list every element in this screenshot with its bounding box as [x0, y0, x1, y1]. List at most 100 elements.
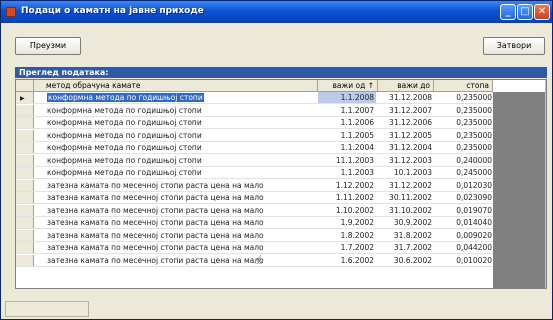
table-row[interactable]: затезна камата по месечној стопи раста ц… — [16, 204, 506, 217]
column-header-method[interactable]: метод обрачуна камате — [34, 80, 318, 92]
fetch-button[interactable]: Преузми — [15, 37, 81, 55]
table-row[interactable]: затезна камата по месечној стопи раста ц… — [16, 192, 506, 204]
cell-rate[interactable]: 0,235000 — [434, 92, 494, 103]
cell-valid-to[interactable]: 31.12.2005 — [378, 130, 434, 141]
close-icon[interactable]: ✕ — [534, 4, 550, 20]
close-button[interactable]: Затвори — [483, 37, 545, 55]
column-header-rate[interactable]: стопа — [434, 80, 493, 92]
cell-valid-from[interactable]: 1.10.2002 — [318, 205, 376, 216]
table-row[interactable]: затезна камата по месечној стопи раста ц… — [16, 179, 506, 192]
cell-valid-to[interactable]: 31.12.2003 — [378, 155, 434, 166]
row-selector[interactable] — [16, 217, 34, 228]
row-selector[interactable] — [16, 229, 34, 241]
cell-rate[interactable]: 0,009020 — [434, 230, 494, 241]
cell-rate[interactable]: 0,023090 — [434, 192, 494, 203]
cell-valid-to[interactable]: 30.6.2002 — [378, 255, 434, 266]
cell-valid-from[interactable]: 1.1.2004 — [318, 142, 376, 153]
table-row[interactable]: затезна камата по месечној стопи раста ц… — [16, 229, 506, 242]
cell-valid-from[interactable]: 1.1.2003 — [318, 167, 376, 178]
table-row[interactable]: конформна метода по годишњој стопи 1.1.20… — [16, 167, 506, 179]
cell-valid-to[interactable]: 30.9.2002 — [378, 217, 434, 228]
cell-rate[interactable]: 0,235000 — [434, 142, 494, 153]
cell-valid-to[interactable]: 31.7.2002 — [378, 242, 434, 253]
cell-rate[interactable]: 0,235000 — [434, 117, 494, 128]
cell-valid-from[interactable]: 1.1.2006 — [318, 117, 376, 128]
cell-rate[interactable]: 0,010020 — [434, 255, 494, 266]
cell-method[interactable]: затезна камата по месечној стопи раста ц… — [46, 180, 286, 191]
row-selector[interactable] — [16, 192, 34, 203]
cell-valid-to[interactable]: 31.12.2008 — [378, 92, 434, 103]
cell-method[interactable]: конформна метода по годишњој стопи — [46, 92, 286, 103]
row-pointer-icon: ▶ — [20, 95, 25, 102]
cell-valid-to[interactable]: 31.8.2002 — [378, 230, 434, 241]
status-bar — [1, 299, 552, 319]
window-title: Подаци о каматн на јавне приходе — [21, 6, 204, 16]
title-bar[interactable]: Подаци о каматн на јавне приходе _ □ ✕ — [1, 1, 552, 23]
row-selector[interactable] — [16, 104, 34, 116]
cell-rate[interactable]: 0,014040 — [434, 217, 494, 228]
column-header-from-label: важи од — [332, 81, 366, 90]
cell-method[interactable]: затезна камата по месечној стопи раста ц… — [46, 255, 286, 266]
cell-valid-to[interactable]: 10.1.2003 — [378, 167, 434, 178]
cell-method[interactable]: затезна камата по месечној стопи раста ц… — [46, 217, 286, 228]
row-selector[interactable] — [16, 254, 34, 266]
row-selector[interactable] — [16, 179, 34, 191]
cell-method[interactable]: затезна камата по месечној стопи раста ц… — [46, 205, 286, 216]
cell-rate[interactable]: 0,044200 — [434, 242, 494, 253]
cell-method[interactable]: конформна метода по годишњој стопи — [46, 155, 286, 166]
cell-rate[interactable]: 0,245000 — [434, 167, 494, 178]
maximize-button[interactable]: □ — [517, 4, 533, 20]
row-selector[interactable] — [16, 154, 34, 166]
vertical-scrollbar[interactable]: ▲ ▼ — [545, 80, 546, 288]
cell-valid-from[interactable]: 1.8.2002 — [318, 230, 376, 241]
status-panel — [5, 301, 89, 317]
table-row[interactable]: конформна метода по годишњој стопи 1.1.20… — [16, 142, 506, 154]
table-row[interactable]: затезна камата по месечној стопи раста ц… — [16, 217, 506, 229]
cell-valid-to[interactable]: 31.12.2002 — [378, 180, 434, 191]
cell-valid-from[interactable]: 1.7.2002 — [318, 242, 376, 253]
row-selector[interactable]: ▶ — [16, 92, 34, 103]
cell-valid-from[interactable]: 1.1.2005 — [318, 130, 376, 141]
cell-method[interactable]: конформна метода по годишњој стопи — [46, 105, 286, 116]
cell-valid-from[interactable]: 11.1.2003 — [318, 155, 376, 166]
row-selector[interactable] — [16, 142, 34, 153]
cell-valid-to[interactable]: 31.12.2006 — [378, 117, 434, 128]
cell-valid-to[interactable]: 31.10.2002 — [378, 205, 434, 216]
table-row[interactable]: конформна метода по годишњој стопи 1.1.20… — [16, 104, 506, 117]
cell-method[interactable]: конформна метода по годишњој стопи — [46, 117, 286, 128]
cell-valid-from[interactable]: 1.1.2008 — [318, 92, 376, 103]
row-selector[interactable] — [16, 129, 34, 141]
cell-valid-to[interactable]: 31.12.2007 — [378, 105, 434, 116]
data-grid: метод обрачуна камате важи од ↑ важи до … — [15, 79, 547, 289]
cell-method[interactable]: конформна метода по годишњој стопи — [46, 142, 286, 153]
cell-method[interactable]: конформна метода по годишњој стопи — [46, 167, 286, 178]
cell-method[interactable]: затезна камата по месечној стопи раста ц… — [46, 192, 286, 203]
cell-method[interactable]: затезна камата по месечној стопи раста ц… — [46, 230, 286, 241]
row-selector[interactable] — [16, 204, 34, 216]
cell-rate[interactable]: 0,235000 — [434, 105, 494, 116]
cell-rate[interactable]: 0,235000 — [434, 130, 494, 141]
row-selector[interactable] — [16, 242, 34, 253]
cell-valid-to[interactable]: 30.11.2002 — [378, 192, 434, 203]
table-row[interactable]: конформна метода по годишњој стопи 1.1.20… — [16, 129, 506, 142]
row-selector[interactable] — [16, 117, 34, 128]
table-row[interactable]: конформна метода по годишњој стопи 11.1.2… — [16, 154, 506, 167]
cell-method[interactable]: затезна камата по месечној стопи раста ц… — [46, 242, 286, 253]
cell-valid-from[interactable]: 1.12.2002 — [318, 180, 376, 191]
cell-rate[interactable]: 0,019070 — [434, 205, 494, 216]
cell-valid-to[interactable]: 31.12.2004 — [378, 142, 434, 153]
cell-method[interactable]: конформна метода по годишњој стопи — [46, 130, 286, 141]
empty-grid-area — [493, 92, 545, 288]
cell-valid-from[interactable]: 1.9.2002 — [318, 217, 376, 228]
table-row[interactable]: ▶ конформна метода по годишњој стопи 1.1.2… — [16, 92, 506, 104]
table-row[interactable]: конформна метода по годишњој стопи 1.1.20… — [16, 117, 506, 129]
cell-valid-from[interactable]: 1.1.2007 — [318, 105, 376, 116]
cell-valid-from[interactable]: 1.6.2002 — [318, 255, 376, 266]
cell-rate[interactable]: 0,240000 — [434, 155, 494, 166]
column-header-from[interactable]: важи од ↑ — [318, 80, 378, 92]
row-selector[interactable] — [16, 167, 34, 178]
column-header-to[interactable]: важи до — [378, 80, 434, 92]
minimize-button[interactable]: _ — [500, 4, 516, 20]
cell-valid-from[interactable]: 1.11.2002 — [318, 192, 376, 203]
cell-rate[interactable]: 0,012030 — [434, 180, 494, 191]
